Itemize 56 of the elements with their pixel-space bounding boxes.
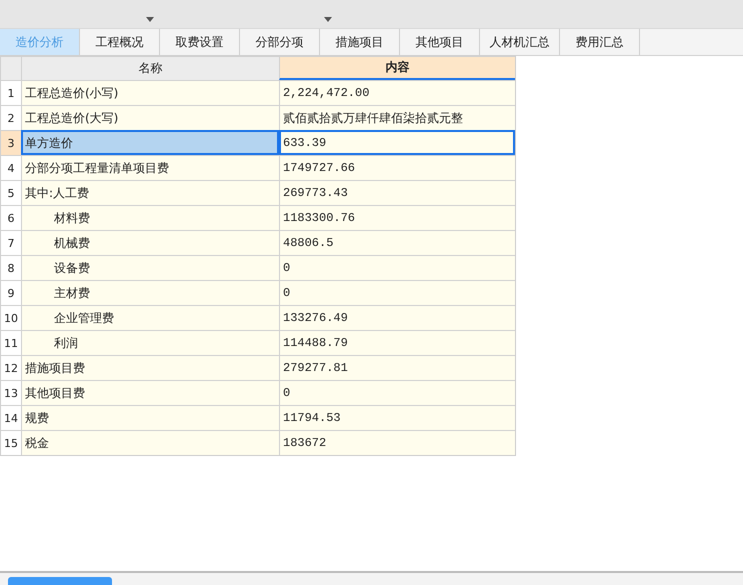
row-number: 5	[0, 180, 21, 205]
tab[interactable]: 工程概况	[80, 29, 160, 55]
tab[interactable]: 费用汇总	[560, 29, 640, 55]
row-number: 7	[0, 230, 21, 255]
row-number: 10	[0, 305, 21, 330]
table-cell: 183672	[279, 430, 515, 455]
tab[interactable]: 措施项目	[320, 29, 400, 55]
table-cell: 1749727.66	[279, 155, 515, 180]
tab[interactable]: 其他项目	[400, 29, 480, 55]
table-cell: 税金	[21, 430, 279, 455]
table-cell: 工程总造价(小写)	[21, 80, 279, 105]
row-number: 2	[0, 105, 21, 130]
row-number: 9	[0, 280, 21, 305]
table-cell: 其中:人工费	[21, 180, 279, 205]
table-cell: 633.39	[279, 130, 515, 155]
row-number: 11	[0, 330, 21, 355]
table-cell: 分部分项工程量清单项目费	[21, 155, 279, 180]
table-cell: 269773.43	[279, 180, 515, 205]
table-cell: 贰佰贰拾贰万肆仟肆佰柒拾贰元整	[279, 105, 515, 130]
row-number: 1	[0, 80, 21, 105]
table-cell: 0	[279, 380, 515, 405]
row-number: 12	[0, 355, 21, 380]
tab[interactable]: 分部分项	[240, 29, 320, 55]
row-number: 8	[0, 255, 21, 280]
table-cell: 0	[279, 255, 515, 280]
table-cell: 设备费	[21, 255, 279, 280]
column-header: 内容	[279, 56, 515, 80]
table-cell: 1183300.76	[279, 205, 515, 230]
table-cell: 133276.49	[279, 305, 515, 330]
table-cell: 规费	[21, 405, 279, 430]
table-cell: 2,224,472.00	[279, 80, 515, 105]
table-cell: 措施项目费	[21, 355, 279, 380]
table-cell: 单方造价	[21, 130, 279, 155]
row-number: 6	[0, 205, 21, 230]
row-number: 4	[0, 155, 21, 180]
table-cell: 工程总造价(大写)	[21, 105, 279, 130]
row-number: 3	[0, 130, 21, 155]
tab[interactable]: 人材机汇总	[480, 29, 560, 55]
column-header: 名称	[21, 56, 279, 80]
table-cell: 其他项目费	[21, 380, 279, 405]
table-cell: 48806.5	[279, 230, 515, 255]
row-number: 14	[0, 405, 21, 430]
table-cell: 279277.81	[279, 355, 515, 380]
row-number: 15	[0, 430, 21, 455]
tab[interactable]: 取费设置	[160, 29, 240, 55]
table-cell: 0	[279, 280, 515, 305]
table-cell: 材料费	[21, 205, 279, 230]
caret-icon[interactable]	[324, 17, 332, 22]
table-cell: 11794.53	[279, 405, 515, 430]
table-cell: 机械费	[21, 230, 279, 255]
row-number: 13	[0, 380, 21, 405]
table-cell: 114488.79	[279, 330, 515, 355]
caret-icon[interactable]	[146, 17, 154, 22]
table-cell: 企业管理费	[21, 305, 279, 330]
table-cell: 利润	[21, 330, 279, 355]
table-cell: 主材费	[21, 280, 279, 305]
